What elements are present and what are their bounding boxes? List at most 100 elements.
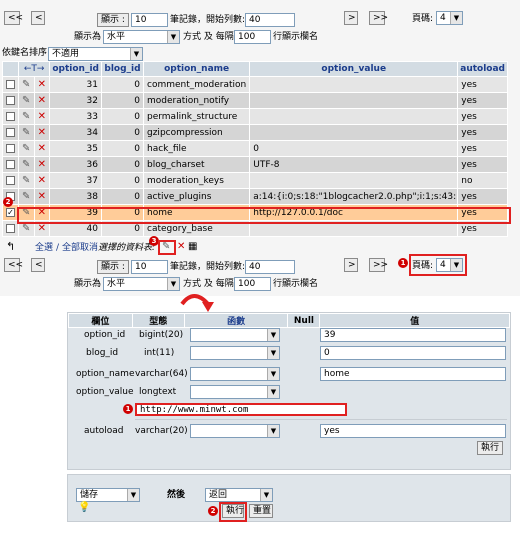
cell-option-id: 38: [49, 188, 102, 205]
edit-button[interactable]: ✎: [18, 92, 35, 109]
table-row: ✎ ✕ 32 0 moderation_notify yes: [2, 92, 508, 109]
edit-button[interactable]: ✎: [18, 76, 35, 93]
step-badge-1: 1: [398, 258, 408, 268]
cell-option-name: permalink_structure: [142, 108, 251, 125]
table-row: ✎ ✕ 36 0 blog_charset UTF-8 yes: [2, 156, 508, 173]
delete-button[interactable]: ✕: [33, 92, 51, 109]
col-blog-id[interactable]: blog_id: [101, 61, 144, 77]
last-page-button-bottom[interactable]: >>: [369, 258, 388, 272]
page-select[interactable]: 4 ▼: [436, 11, 463, 25]
next-page-button[interactable]: >: [344, 11, 358, 25]
edit-button[interactable]: ✎: [18, 156, 35, 173]
delete-selected-icon[interactable]: ✕: [177, 241, 185, 253]
edit-button[interactable]: ✎: [18, 108, 35, 125]
display-mode-select-bottom[interactable]: 水平 ▼: [103, 277, 180, 291]
col-autoload[interactable]: autoload: [457, 61, 508, 77]
value-input-option-id[interactable]: 39: [320, 328, 506, 342]
rows-count-input[interactable]: 10: [131, 13, 168, 27]
row-checkbox[interactable]: [2, 140, 19, 157]
return-arrow-icon: ↰: [6, 240, 16, 253]
edit-form-table: 欄位 型態 函數 Null 值: [68, 313, 510, 328]
row-checkbox[interactable]: [2, 124, 19, 141]
table-row: ✎ ✕ 37 0 moderation_keys no: [2, 172, 508, 189]
row-checkbox[interactable]: [2, 76, 19, 93]
after-action-select[interactable]: 返回 ▼: [205, 488, 273, 502]
cell-blog-id: 0: [101, 92, 144, 109]
col-option-id[interactable]: option_id: [49, 61, 102, 77]
cell-option-name: blog_charset: [142, 156, 251, 173]
edit-button[interactable]: ✎: [18, 188, 35, 205]
delete-button[interactable]: ✕: [33, 156, 51, 173]
edit-button[interactable]: ✎: [18, 172, 35, 189]
form-col-type: 型態: [131, 313, 185, 328]
select-all-link[interactable]: 全選: [35, 242, 53, 254]
show-button[interactable]: 顯示 :: [97, 13, 129, 27]
function-select-option-name[interactable]: ▼: [190, 367, 280, 381]
delete-button[interactable]: ✕: [33, 76, 51, 93]
delete-button[interactable]: ✕: [33, 108, 51, 125]
display-as-label-bottom: 顯示為: [74, 279, 102, 289]
step-badge-1-form: 1: [123, 404, 133, 414]
row-checkbox[interactable]: [2, 108, 19, 125]
display-mode-value: 水平: [107, 32, 126, 42]
repeat-header-label-bottom: 行顯示欄名: [273, 279, 319, 289]
function-select-blog-id[interactable]: ▼: [190, 346, 280, 360]
row-checkbox[interactable]: [2, 156, 19, 173]
edit-selected-button[interactable]: ✎: [158, 240, 176, 255]
value-input-autoload[interactable]: yes: [320, 424, 506, 438]
last-page-button[interactable]: >>: [369, 11, 388, 25]
option-value-textarea[interactable]: http://www.minwt.com: [135, 403, 347, 416]
first-page-button-bottom[interactable]: <<: [4, 258, 23, 272]
deselect-all-link[interactable]: 全部取消: [62, 242, 98, 254]
reset-button[interactable]: 重置: [249, 504, 273, 518]
function-select-option-id[interactable]: ▼: [190, 328, 280, 342]
col-option-value[interactable]: option_value: [249, 61, 459, 77]
cell-option-value: a:14:{i:0;s:18:"1blogcacher2.0.php";i:1;…: [249, 188, 459, 205]
edit-button[interactable]: ✎: [18, 140, 35, 157]
checkbox-icon: [6, 159, 15, 169]
delete-button[interactable]: ✕: [33, 172, 51, 189]
delete-button[interactable]: ✕: [33, 188, 51, 205]
page-select-bottom[interactable]: 4 ▼: [436, 258, 463, 272]
cell-blog-id: 0: [101, 188, 144, 205]
page-select-value: 4: [440, 13, 446, 23]
rows-count-input-bottom[interactable]: 10: [131, 260, 168, 274]
cell-autoload: yes: [457, 140, 508, 157]
table-row: ✎ ✕ 35 0 hack_file 0 yes: [2, 140, 508, 157]
delete-x-icon: ✕: [37, 191, 47, 202]
sort-select[interactable]: 不適用 ▼: [48, 47, 143, 61]
delete-button[interactable]: ✕: [33, 140, 51, 157]
col-option-name[interactable]: option_name: [142, 61, 251, 77]
start-row-input[interactable]: 40: [245, 13, 295, 27]
function-select-option-value[interactable]: ▼: [190, 385, 280, 399]
value-input-blog-id[interactable]: 0: [320, 346, 506, 360]
export-icon[interactable]: ▦: [188, 241, 197, 253]
chevron-down-icon: ▼: [450, 12, 462, 24]
checkbox-icon: [6, 175, 15, 185]
repeat-header-input-bottom[interactable]: 100: [234, 277, 271, 291]
selected-row-highlight: [17, 207, 511, 224]
step-badge-2-form: 2: [208, 506, 218, 516]
first-page-button[interactable]: <<: [4, 11, 23, 25]
edit-button[interactable]: ✎: [18, 124, 35, 141]
cell-blog-id: 0: [101, 140, 144, 157]
delete-button[interactable]: ✕: [33, 124, 51, 141]
prev-page-button-bottom[interactable]: <: [31, 258, 45, 272]
row-checkbox[interactable]: [2, 92, 19, 109]
prev-page-button[interactable]: <: [31, 11, 45, 25]
start-row-input-bottom[interactable]: 40: [245, 260, 295, 274]
checkbox-icon: [6, 95, 15, 105]
value-input-option-name[interactable]: home: [320, 367, 506, 381]
next-page-button-bottom[interactable]: >: [344, 258, 358, 272]
show-button-bottom[interactable]: 顯示 :: [97, 260, 129, 274]
row-checkbox[interactable]: [2, 172, 19, 189]
display-mode-select[interactable]: 水平 ▼: [103, 30, 180, 44]
cell-option-name: comment_moderation: [142, 76, 251, 93]
function-select-autoload[interactable]: ▼: [190, 424, 280, 438]
form-field-option-value: option_value: [76, 387, 134, 397]
go-button[interactable]: 執行: [477, 441, 503, 455]
repeat-header-input[interactable]: 100: [234, 30, 271, 44]
submit-button[interactable]: 執行: [222, 504, 244, 518]
save-mode-select[interactable]: 儲存 ▼: [76, 488, 140, 502]
form-field-blog-id: blog_id: [86, 348, 119, 358]
